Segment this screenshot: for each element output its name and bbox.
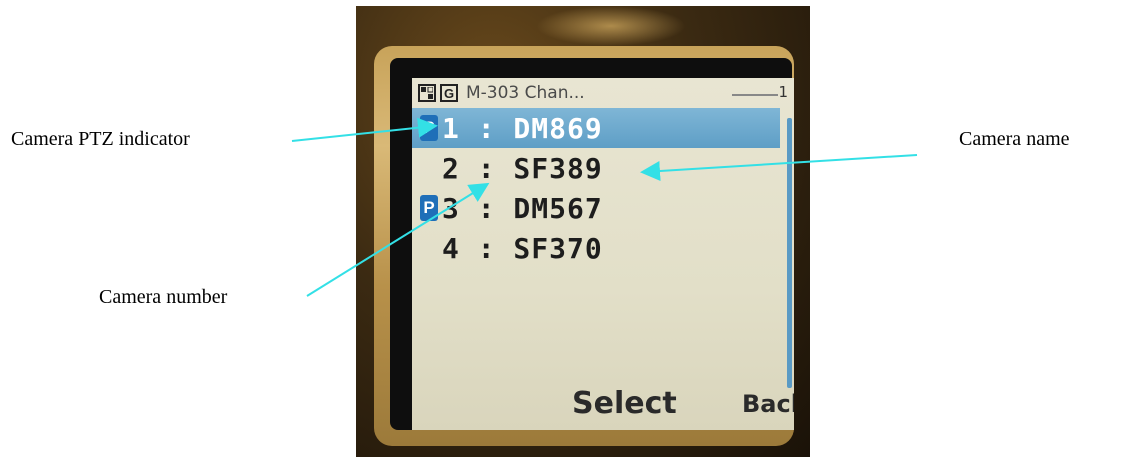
title-divider xyxy=(732,94,778,96)
phone-photo: G M-303 Chan... 1 P 1 : DM869 2 : SF389 … xyxy=(356,6,810,457)
camera-list: P 1 : DM869 2 : SF389 P 3 : DM567 4 : SF… xyxy=(412,108,794,268)
camera-row-4[interactable]: 4 : SF370 xyxy=(412,228,794,268)
camera-row-3[interactable]: P 3 : DM567 xyxy=(412,188,794,228)
camera-entry: 1 : DM869 xyxy=(442,111,603,145)
camera-name-label: Camera name xyxy=(959,128,1070,150)
status-bar: G M-303 Chan... 1 xyxy=(412,78,794,108)
gprs-icon: G xyxy=(440,84,458,102)
camera-entry: 2 : SF389 xyxy=(442,151,603,185)
screen-title: M-303 Chan... xyxy=(466,83,585,103)
light-glare xyxy=(536,6,686,46)
ptz-indicator-label: Camera PTZ indicator xyxy=(11,128,190,150)
camera-number-label: Camera number xyxy=(99,286,228,308)
select-softkey[interactable]: Select xyxy=(572,386,677,421)
camera-entry: 4 : SF370 xyxy=(442,231,603,265)
phone-screen: G M-303 Chan... 1 P 1 : DM869 2 : SF389 … xyxy=(412,78,794,430)
scrollbar[interactable] xyxy=(787,118,792,388)
camera-row-1[interactable]: P 1 : DM869 xyxy=(412,108,780,148)
back-softkey[interactable]: Back xyxy=(742,390,794,418)
camera-row-2[interactable]: 2 : SF389 xyxy=(412,148,794,188)
camera-entry: 3 : DM567 xyxy=(442,191,603,225)
ptz-icon: P xyxy=(420,115,438,141)
page-count: 1 xyxy=(778,83,788,101)
network-icon xyxy=(418,84,436,102)
ptz-icon: P xyxy=(420,195,438,221)
